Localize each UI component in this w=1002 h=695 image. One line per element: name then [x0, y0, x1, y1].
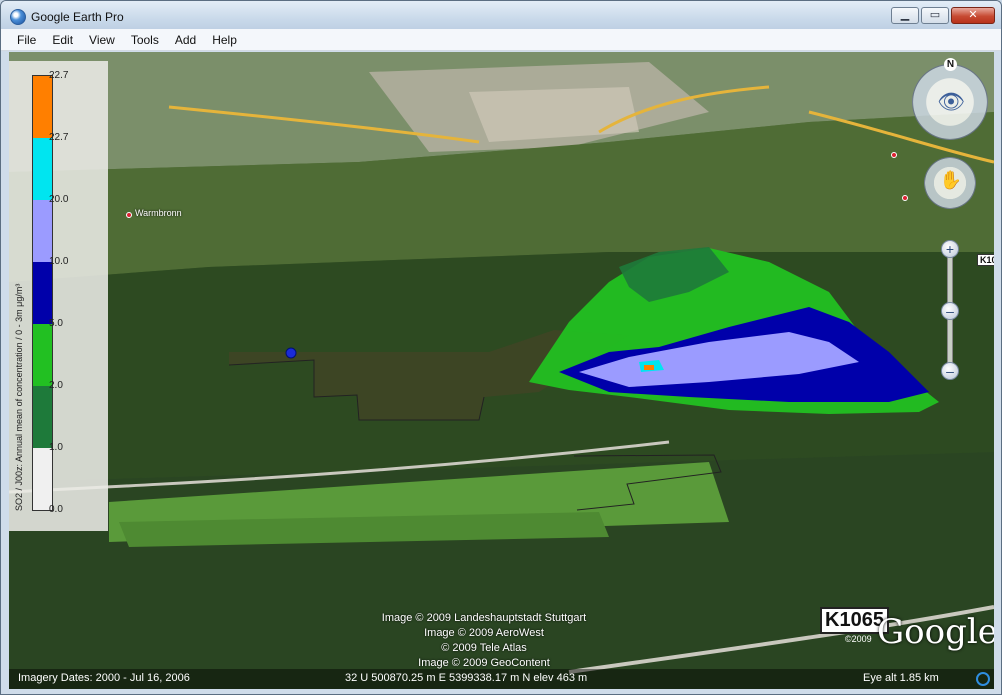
legend-tick-label: 5.0	[49, 318, 63, 329]
menu-file[interactable]: File	[9, 29, 44, 51]
menu-tools[interactable]: Tools	[123, 29, 167, 51]
eye-icon: 👁	[937, 89, 965, 114]
legend-overlay: 22.7 22.7 20.0 10.0 5.0 2.0 1.0 0.0 SO2 …	[9, 61, 108, 531]
title-bar[interactable]: Google Earth Pro ▁ ▭ ✕	[1, 1, 1001, 31]
terrain-imagery	[9, 52, 994, 689]
legend-band	[33, 262, 52, 324]
zoom-out-button[interactable]: –	[941, 362, 959, 380]
menu-help[interactable]: Help	[204, 29, 245, 51]
place-marker-icon[interactable]	[126, 212, 132, 218]
place-label-warmbronn[interactable]: Warmbronn	[135, 208, 182, 218]
credit-line: Image © 2009 Landeshauptstadt Stuttgart	[381, 612, 587, 624]
imagery-dates: Imagery Dates: 2000 - Jul 16, 2006	[18, 672, 190, 684]
legend-title-text: SO2 / J00z: Annual mean of concentration…	[14, 309, 24, 511]
legend-tick-label: 1.0	[49, 442, 63, 453]
look-navigation-control[interactable]: 👁	[912, 64, 988, 140]
hand-icon: ✋	[939, 170, 963, 190]
legend-band	[33, 448, 52, 510]
place-marker-icon[interactable]	[902, 195, 908, 201]
google-logo: Google	[877, 612, 994, 652]
pointer-coordinates: 32 U 500870.25 m E 5399338.17 m N elev 4…	[345, 672, 588, 684]
google-earth-app-icon	[10, 9, 26, 25]
eye-altitude: Eye alt 1.85 km	[863, 672, 939, 684]
imagery-credits: Image © 2009 Landeshauptstadt Stuttgart …	[369, 611, 599, 671]
minimize-button[interactable]: ▁	[891, 7, 919, 24]
legend-tick-label: 22.7	[49, 132, 69, 143]
legend-title: SO2 / J00z: Annual mean of concentration…	[14, 284, 24, 511]
google-earth-window: Google Earth Pro ▁ ▭ ✕ File Edit View To…	[0, 0, 1002, 695]
streaming-status-icon	[976, 672, 990, 686]
menu-bar: File Edit View Tools Add Help	[1, 29, 1001, 51]
legend-band	[33, 200, 52, 262]
move-navigation-control[interactable]: ✋	[924, 157, 976, 209]
legend-tick-label: 20.0	[49, 194, 69, 205]
legend-tick-label: 0.0	[49, 504, 63, 515]
road-label-k100: K100	[977, 254, 994, 266]
menu-edit[interactable]: Edit	[44, 29, 81, 51]
legend-unit: μg/m³	[14, 283, 24, 307]
window-title: Google Earth Pro	[31, 10, 124, 24]
zoom-in-button[interactable]: +	[941, 240, 959, 258]
credit-line: © 2009 Tele Atlas	[441, 642, 527, 654]
legend-band	[33, 138, 52, 200]
north-indicator[interactable]: N	[944, 58, 957, 71]
legend-band	[33, 324, 52, 386]
menu-add[interactable]: Add	[167, 29, 204, 51]
legend-band	[33, 386, 52, 448]
legend-tick-label: 2.0	[49, 380, 63, 391]
legend-tick-label: 22.7	[49, 70, 69, 81]
earth-3d-viewport[interactable]: 22.7 22.7 20.0 10.0 5.0 2.0 1.0 0.0 SO2 …	[9, 52, 994, 689]
window-controls: ▁ ▭ ✕	[891, 7, 995, 24]
menu-view[interactable]: View	[81, 29, 123, 51]
close-button[interactable]: ✕	[951, 7, 995, 24]
place-marker-icon[interactable]	[891, 152, 897, 158]
maximize-button[interactable]: ▭	[921, 7, 949, 24]
legend-band	[33, 76, 52, 138]
status-bar: Imagery Dates: 2000 - Jul 16, 2006 32 U …	[9, 669, 994, 689]
credit-line: Image © 2009 AeroWest	[424, 627, 544, 639]
zoom-slider-handle[interactable]: –	[941, 302, 959, 320]
copyright-year: ©2009	[845, 634, 872, 644]
legend-tick-label: 10.0	[49, 256, 69, 267]
